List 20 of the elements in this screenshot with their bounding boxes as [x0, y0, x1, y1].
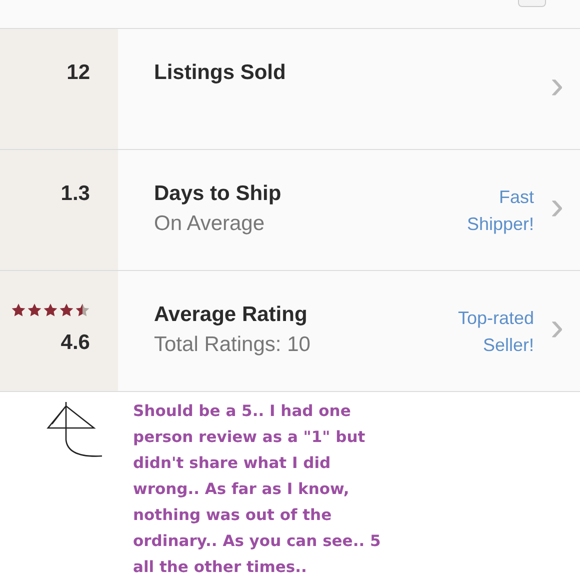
chevron-icon: ›	[534, 307, 580, 392]
stat-label: Top-rated Seller!	[458, 307, 534, 358]
stat-title: Average Rating	[154, 303, 308, 328]
annotation-note: Should be a 5.. I had one person review as a "1" but didn't share what I did wrong.. As far as I know, nothing was out of the ordinary.. As you can see.. 5 all the other times..	[133, 401, 381, 578]
stat-row[interactable]: 12 Listings Sold ›	[0, 29, 580, 150]
star-icon	[59, 303, 74, 318]
stat-value: 4.6	[60, 331, 90, 356]
stat-value: 12	[66, 61, 90, 86]
star-icon	[75, 303, 90, 318]
stat-subtitle: Total Ratings: 10	[154, 333, 312, 358]
star-icon	[43, 303, 58, 318]
stat-title: Days to Ship	[154, 182, 282, 206]
stat-subtitle: On Average	[154, 212, 266, 236]
stat-value: 1.3	[60, 182, 90, 206]
stat-title: Listings Sold	[154, 61, 287, 86]
star-icon	[11, 303, 26, 318]
chevron-icon: ›	[534, 65, 580, 150]
star-icon	[27, 303, 42, 318]
stat-label: Fast Shipper!	[466, 186, 534, 236]
chevron-icon: ›	[534, 186, 580, 270]
